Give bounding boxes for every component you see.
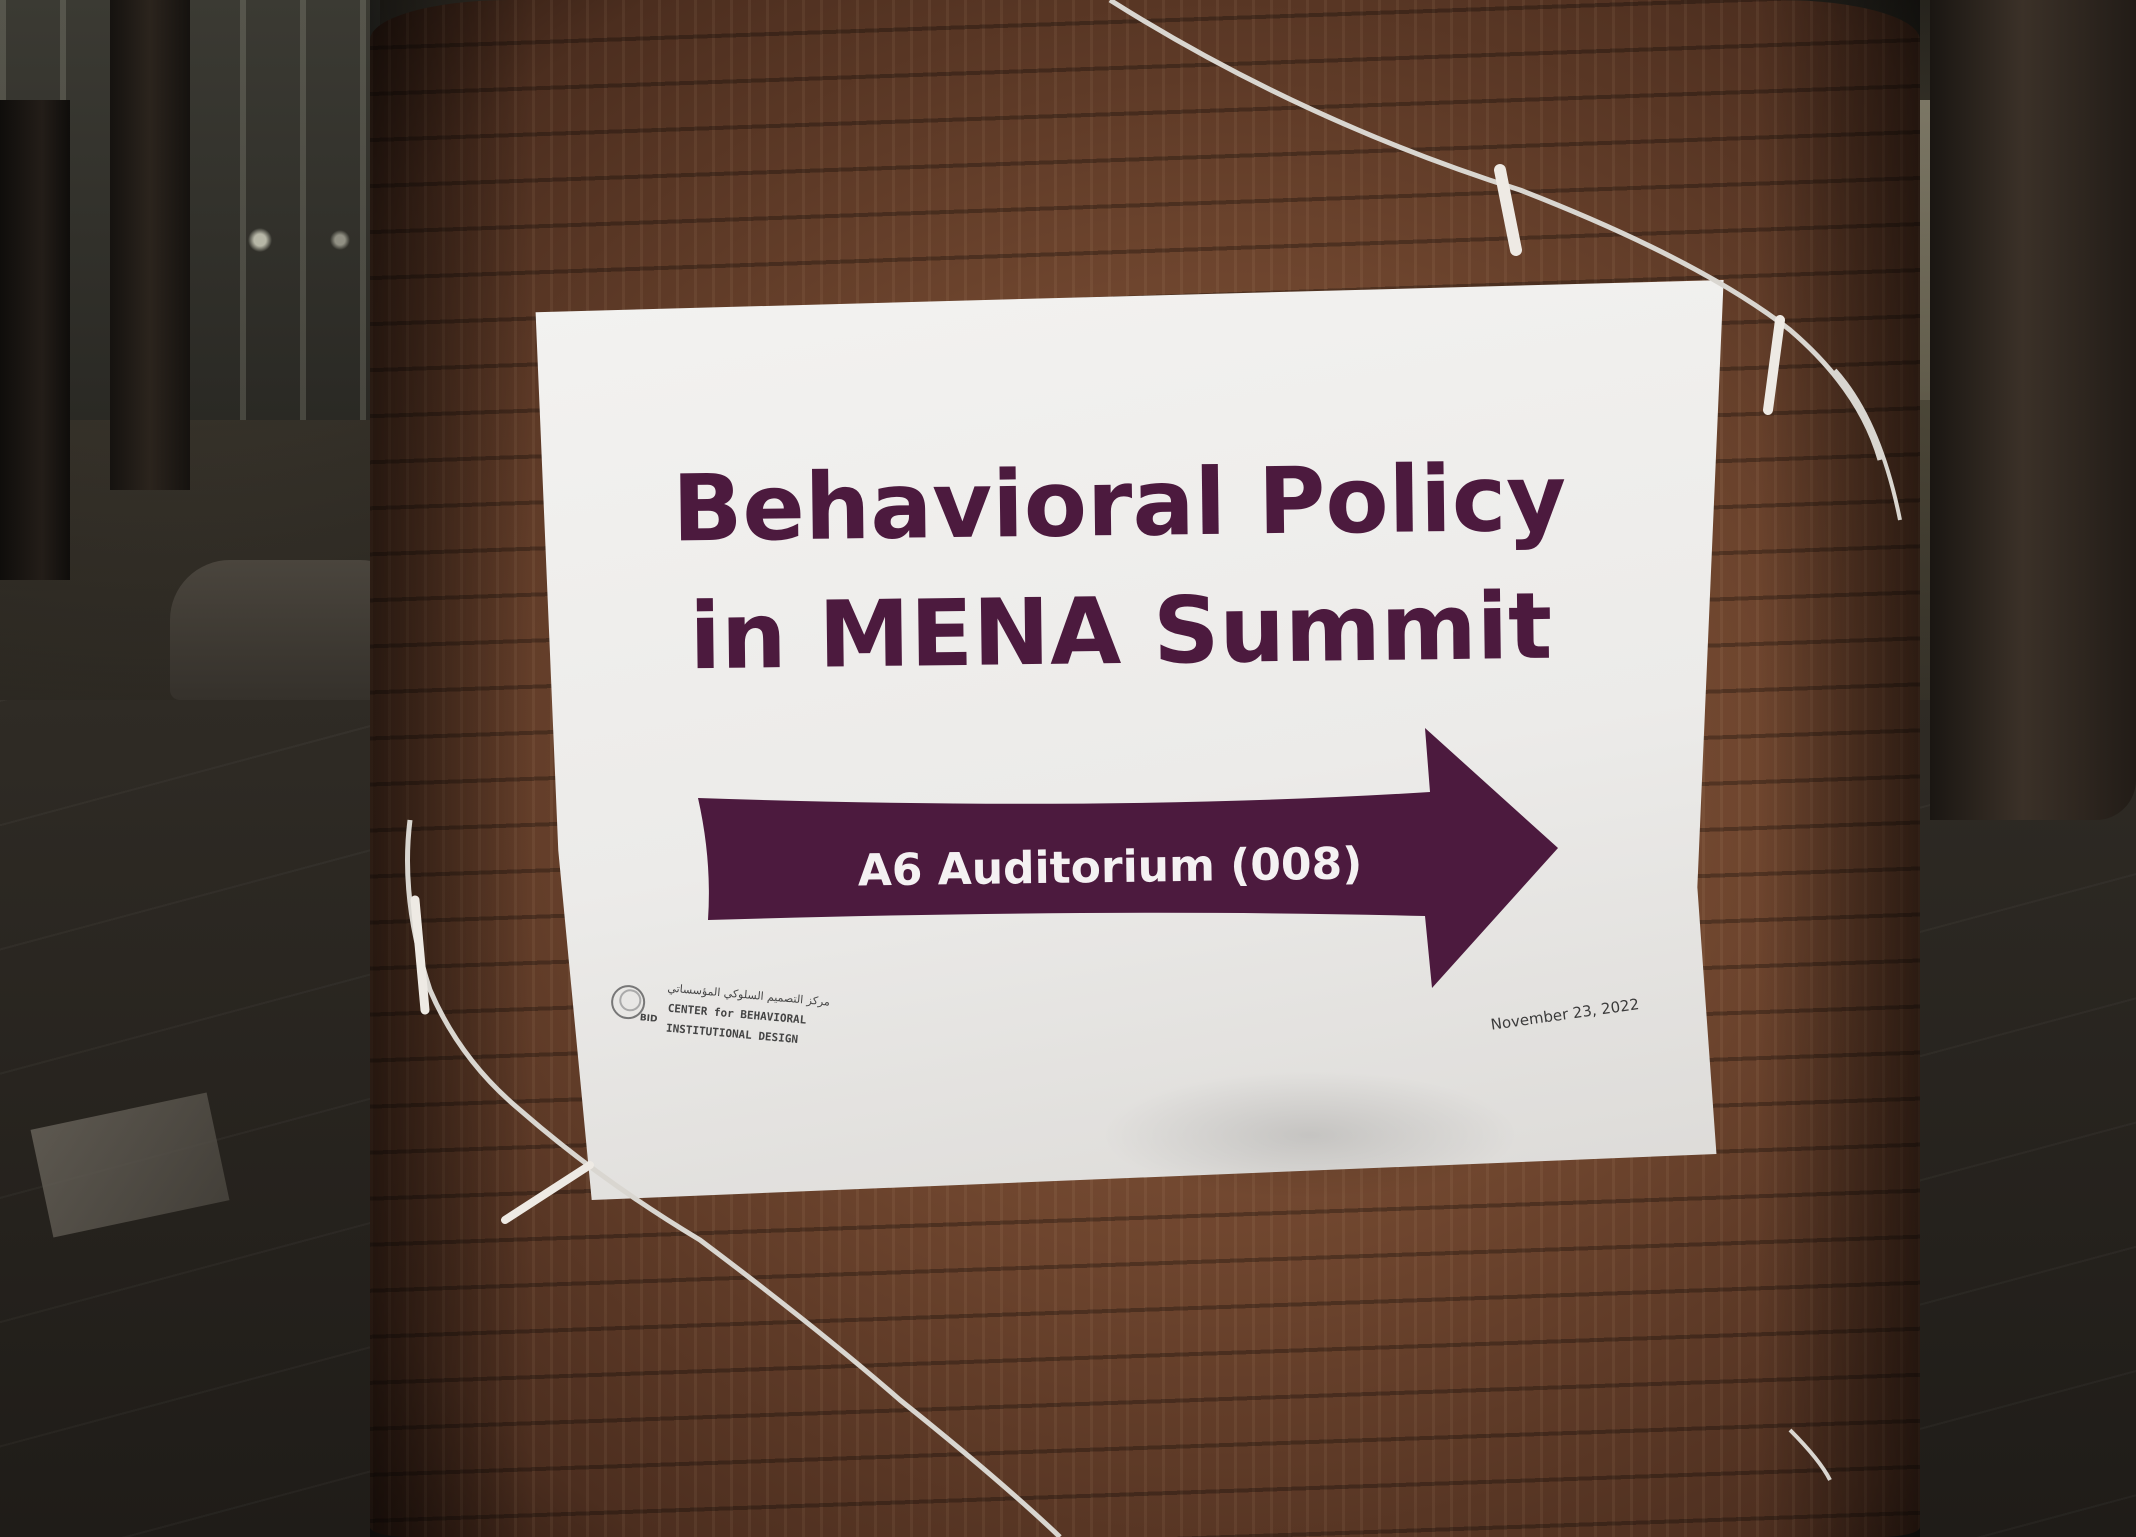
tie-string xyxy=(405,0,1902,1537)
photo-scene: Behavioral Policy in MENA Summit A6 Audi… xyxy=(0,0,2136,1537)
